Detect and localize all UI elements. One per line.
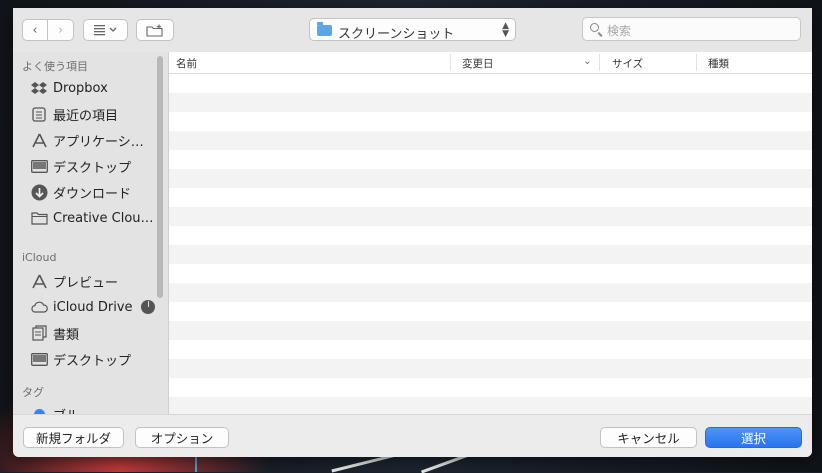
sidebar-item-recents[interactable]: 最近の項目 bbox=[30, 103, 160, 125]
desktop-icon bbox=[30, 158, 48, 174]
view-mode-button[interactable] bbox=[83, 19, 128, 41]
up-down-arrows-icon: ▲ ▼ bbox=[502, 21, 509, 39]
new-folder-icon bbox=[146, 24, 163, 37]
back-button[interactable]: ‹ bbox=[22, 19, 48, 41]
column-header: 名前 変更日 ⌄ サイズ 種類 bbox=[169, 52, 812, 74]
recents-icon bbox=[30, 106, 48, 122]
sidebar-item-applications[interactable]: アプリケーシ… bbox=[30, 129, 160, 151]
location-popup[interactable]: スクリーンショット ▲ ▼ bbox=[309, 18, 516, 42]
sidebar-item-label: デスクトップ bbox=[53, 160, 132, 176]
tags-heading: タグ bbox=[22, 386, 44, 399]
file-rows[interactable] bbox=[169, 74, 812, 414]
documents-icon bbox=[30, 325, 48, 341]
toolbar: ‹ › スクリーンショット ▲ ▼ 検索 bbox=[13, 8, 812, 53]
sidebar-item-creative-cloud[interactable]: Creative Clou… bbox=[30, 207, 160, 229]
sidebar-item-icloud-drive[interactable]: iCloud Drive bbox=[30, 296, 160, 318]
sidebar-item-documents[interactable]: 書類 bbox=[30, 322, 160, 344]
cancel-button[interactable]: キャンセル bbox=[600, 427, 697, 448]
column-name[interactable]: 名前 bbox=[176, 56, 197, 71]
forward-button[interactable]: › bbox=[48, 19, 74, 41]
sidebar-scrollbar[interactable] bbox=[157, 56, 163, 298]
downloads-icon bbox=[30, 184, 48, 200]
sidebar-item-label: プレビュー bbox=[53, 275, 119, 291]
sidebar: よく使う項目 Dropbox 最近の項目 アプリケーシ… デスクトップ ダウンロ… bbox=[13, 52, 168, 414]
navigation-buttons: ‹ › bbox=[22, 19, 75, 41]
sidebar-item-label: iCloud Drive bbox=[53, 299, 133, 315]
folder-icon bbox=[30, 210, 48, 226]
column-modified[interactable]: 変更日 bbox=[462, 56, 494, 71]
current-folder-label: スクリーンショット bbox=[338, 27, 455, 42]
sidebar-item-downloads[interactable]: ダウンロード bbox=[30, 181, 160, 203]
favorites-heading: よく使う項目 bbox=[22, 60, 88, 73]
open-file-dialog: ‹ › スクリーンショット ▲ ▼ 検索 よく使う項目 Dropbox 最近の項… bbox=[13, 8, 812, 457]
chevron-left-icon: ‹ bbox=[32, 22, 38, 38]
applications-icon bbox=[30, 132, 48, 148]
tag-color-icon bbox=[30, 406, 48, 414]
storage-progress-icon bbox=[140, 300, 155, 314]
dropbox-icon bbox=[30, 80, 48, 96]
sidebar-item-label: ダウンロード bbox=[53, 186, 132, 202]
file-list: 名前 変更日 ⌄ サイズ 種類 bbox=[168, 52, 812, 414]
sidebar-item-label: 書類 bbox=[53, 327, 80, 343]
options-button[interactable]: オプション bbox=[135, 427, 229, 448]
column-size[interactable]: サイズ bbox=[612, 56, 643, 71]
list-view-icon bbox=[93, 25, 116, 36]
sidebar-item-icloud-desktop[interactable]: デスクトップ bbox=[30, 348, 160, 370]
sidebar-item-label: デスクトップ bbox=[53, 353, 132, 369]
preview-icon bbox=[30, 273, 48, 289]
sidebar-item-label: Dropbox bbox=[53, 80, 108, 96]
sidebar-item-label: 最近の項目 bbox=[53, 108, 119, 124]
new-folder-button[interactable]: 新規フォルダ bbox=[23, 427, 124, 448]
bottom-bar: 新規フォルダ オプション キャンセル 選択 bbox=[13, 414, 812, 457]
sidebar-item-label: Creative Clou… bbox=[53, 210, 154, 226]
new-folder-toolbar-button[interactable] bbox=[136, 19, 174, 41]
sidebar-item-tag-blue[interactable]: ブルー bbox=[30, 403, 160, 414]
sidebar-item-preview[interactable]: プレビュー bbox=[30, 270, 160, 292]
select-button[interactable]: 選択 bbox=[705, 427, 802, 448]
sidebar-item-dropbox[interactable]: Dropbox bbox=[30, 77, 160, 99]
desktop-icon bbox=[30, 351, 48, 367]
folder-icon bbox=[317, 22, 332, 36]
icloud-heading: iCloud bbox=[22, 251, 57, 264]
cloud-icon bbox=[30, 299, 48, 315]
sidebar-item-label: ブルー bbox=[53, 405, 92, 415]
search-field[interactable]: 検索 bbox=[582, 17, 801, 41]
sidebar-item-desktop[interactable]: デスクトップ bbox=[30, 155, 160, 177]
search-placeholder: 検索 bbox=[607, 24, 632, 38]
sort-chevron-icon: ⌄ bbox=[583, 55, 592, 67]
search-icon bbox=[590, 23, 599, 32]
column-kind[interactable]: 種類 bbox=[708, 56, 729, 71]
chevron-right-icon: › bbox=[57, 22, 64, 38]
sidebar-item-label: アプリケーシ… bbox=[53, 134, 144, 150]
